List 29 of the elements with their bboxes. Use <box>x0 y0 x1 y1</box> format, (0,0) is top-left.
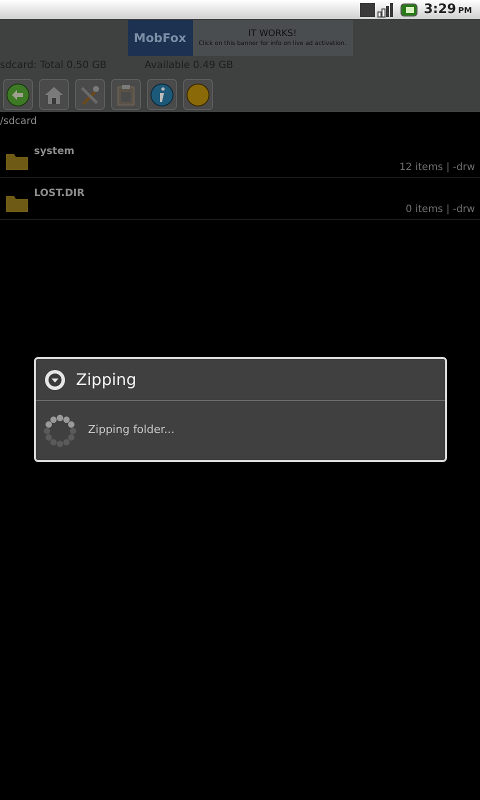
folder-icon <box>5 151 29 171</box>
current-path: /sdcard <box>0 115 38 129</box>
info-button[interactable] <box>147 79 177 110</box>
file-name: system <box>34 145 74 159</box>
file-row[interactable]: LOST.DIR 0 items | -drw <box>0 178 480 220</box>
clipboard-icon <box>117 84 135 106</box>
battery-icon <box>400 2 418 16</box>
clock-time: 3:29 <box>424 0 456 19</box>
ad-logo: MobFox <box>128 20 192 56</box>
tools-button[interactable] <box>75 79 105 110</box>
loading-spinner-icon <box>42 412 78 448</box>
tools-icon <box>79 84 101 106</box>
circle-icon <box>186 82 210 106</box>
file-name: LOST.DIR <box>34 187 85 201</box>
file-info: 12 items | -drw <box>399 161 475 175</box>
dialog-title: Zipping <box>76 368 136 390</box>
dialog-message: Zipping folder... <box>88 422 174 438</box>
clipboard-button[interactable] <box>111 79 141 110</box>
clock-period: PM <box>458 4 472 17</box>
file-info: 0 items | -drw <box>406 203 475 217</box>
house-icon <box>43 84 65 104</box>
file-row[interactable]: system 12 items | -drw <box>0 136 480 178</box>
info-icon <box>150 82 174 106</box>
back-button[interactable] <box>3 79 33 110</box>
circle-button[interactable] <box>183 79 213 110</box>
folder-icon <box>5 193 29 213</box>
home-button[interactable] <box>39 79 69 110</box>
ad-headline: IT WORKS! <box>248 28 297 40</box>
dropdown-circle-icon <box>44 368 66 390</box>
